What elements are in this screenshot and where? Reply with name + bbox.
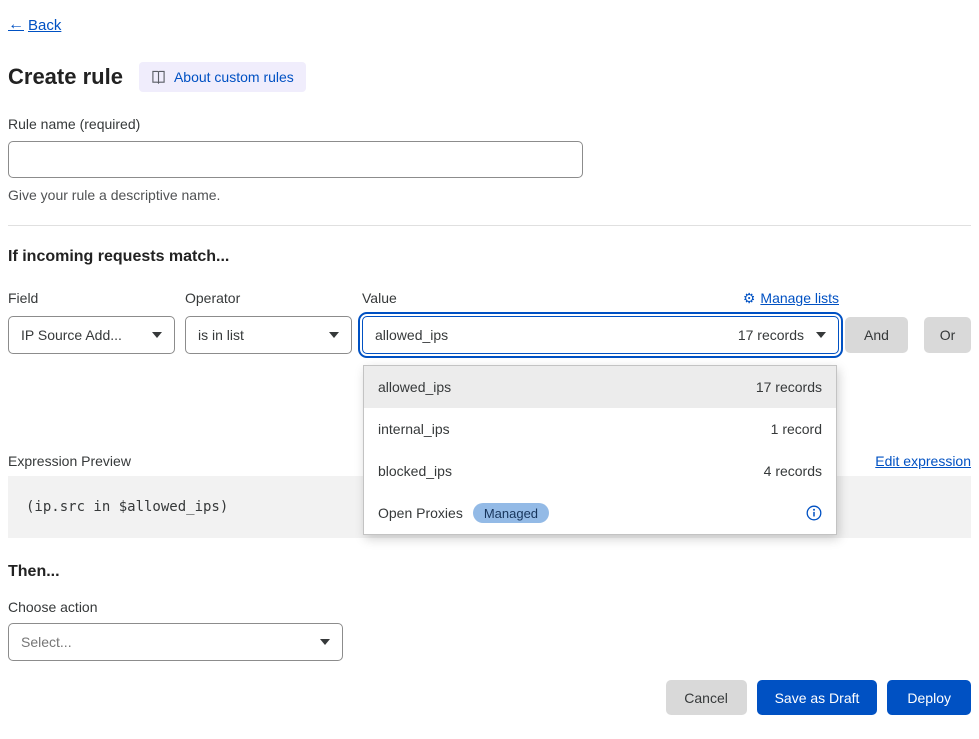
rule-name-helper: Give your rule a descriptive name. — [8, 187, 971, 203]
managed-badge: Managed — [473, 503, 549, 523]
chevron-down-icon — [816, 332, 826, 338]
expression-preview-label: Expression Preview — [8, 453, 131, 469]
field-select[interactable]: IP Source Add... — [8, 316, 175, 354]
chevron-down-icon — [152, 332, 162, 338]
create-rule-page: ←Back Create rule About custom rules Rul… — [0, 0, 979, 715]
dropdown-item-name: allowed_ips — [378, 379, 451, 395]
then-section-title: Then... — [8, 563, 971, 581]
field-label: Field — [8, 290, 38, 306]
dropdown-item-blocked-ips[interactable]: blocked_ips 4 records — [364, 450, 836, 492]
dropdown-item-allowed-ips[interactable]: allowed_ips 17 records — [364, 366, 836, 408]
operator-label: Operator — [185, 290, 240, 306]
value-select-value: allowed_ips — [375, 327, 448, 343]
back-link-label: Back — [28, 17, 61, 34]
book-icon — [151, 70, 166, 84]
dropdown-item-open-proxies[interactable]: Open Proxies Managed — [364, 492, 836, 534]
cancel-button[interactable]: Cancel — [666, 680, 747, 715]
edit-expression-link[interactable]: Edit expression — [875, 453, 971, 469]
dropdown-item-internal-ips[interactable]: internal_ips 1 record — [364, 408, 836, 450]
save-as-draft-button[interactable]: Save as Draft — [757, 680, 878, 715]
dropdown-item-name: Open Proxies — [378, 505, 463, 521]
value-label: Value — [362, 290, 397, 306]
and-button[interactable]: And — [845, 317, 908, 353]
chevron-down-icon — [320, 639, 330, 645]
title-row: Create rule About custom rules — [8, 62, 971, 92]
choose-action-label: Choose action — [8, 599, 971, 615]
manage-lists-link[interactable]: ⚙ Manage lists — [743, 290, 839, 307]
field-select-value: IP Source Add... — [21, 327, 122, 343]
divider — [8, 225, 971, 226]
deploy-button[interactable]: Deploy — [887, 680, 971, 715]
or-button[interactable]: Or — [924, 317, 971, 353]
footer-actions: Cancel Save as Draft Deploy — [8, 680, 971, 715]
expression-code: (ip.src in $allowed_ips) — [26, 499, 228, 515]
back-arrow-icon: ← — [8, 16, 24, 34]
match-row: Field IP Source Add... Operator is in li… — [8, 288, 971, 354]
gear-icon: ⚙ — [743, 290, 756, 307]
about-custom-rules-label: About custom rules — [174, 69, 294, 85]
dropdown-item-detail: 17 records — [756, 379, 822, 395]
operator-select[interactable]: is in list — [185, 316, 352, 354]
value-dropdown-panel: allowed_ips 17 records internal_ips 1 re… — [363, 365, 837, 535]
dropdown-item-detail: 4 records — [764, 463, 822, 479]
operator-select-value: is in list — [198, 327, 244, 343]
page-title: Create rule — [8, 64, 123, 90]
action-select-placeholder: Select... — [21, 634, 72, 650]
chevron-down-icon — [329, 332, 339, 338]
dropdown-item-name: blocked_ips — [378, 463, 452, 479]
dropdown-item-detail: 1 record — [771, 421, 822, 437]
rule-name-input[interactable] — [8, 141, 583, 178]
about-custom-rules-link[interactable]: About custom rules — [139, 62, 306, 92]
manage-lists-label: Manage lists — [760, 290, 839, 306]
rule-name-label: Rule name (required) — [8, 116, 971, 132]
dropdown-item-name: internal_ips — [378, 421, 450, 437]
match-section-title: If incoming requests match... — [8, 248, 971, 266]
value-select[interactable]: allowed_ips 17 records — [362, 316, 839, 354]
info-icon[interactable] — [806, 505, 822, 521]
action-select[interactable]: Select... — [8, 623, 343, 661]
back-link[interactable]: ←Back — [8, 16, 61, 34]
and-or-group: And Or — [839, 288, 971, 353]
value-select-detail: 17 records — [738, 327, 804, 343]
